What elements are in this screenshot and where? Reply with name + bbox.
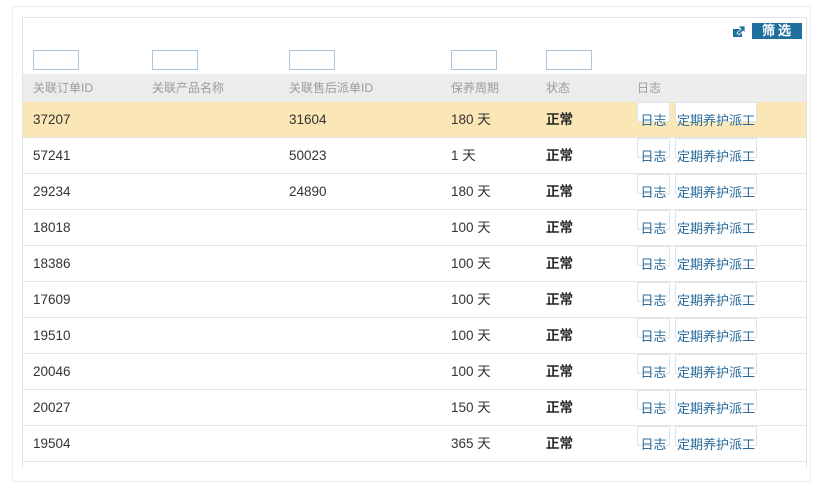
filter-label: 筛选 bbox=[751, 23, 802, 39]
status-cell: 正常 bbox=[546, 436, 573, 451]
header-order-id: 关联订单ID bbox=[33, 81, 94, 95]
status-cell: 正常 bbox=[546, 364, 573, 379]
cycle-cell: 100 天 bbox=[451, 220, 491, 235]
maintenance-dispatch-button[interactable]: 定期养护派工 bbox=[675, 138, 757, 164]
after-sale-id-cell: 24890 bbox=[289, 184, 327, 199]
maintenance-dispatch-button[interactable]: 定期养护派工 bbox=[675, 318, 757, 344]
cycle-cell: 100 天 bbox=[451, 292, 491, 307]
log-button[interactable]: 日志 bbox=[637, 426, 670, 452]
cycle-cell: 100 天 bbox=[451, 328, 491, 343]
log-button[interactable]: 日志 bbox=[637, 282, 670, 308]
status-cell: 正常 bbox=[546, 112, 573, 127]
header-status: 状态 bbox=[546, 81, 571, 95]
log-button[interactable]: 日志 bbox=[637, 210, 670, 236]
order-id-cell: 19504 bbox=[33, 436, 71, 451]
table-row[interactable]: 57241 50023 1 天 正常 日志 定期养护派工 bbox=[23, 138, 806, 174]
order-id-cell: 17609 bbox=[33, 292, 71, 307]
filter-button[interactable]: 筛选 bbox=[732, 23, 802, 39]
table-row[interactable]: 37207 31604 180 天 正常 日志 定期养护派工 bbox=[23, 102, 806, 138]
table-row[interactable]: 19504 365 天 正常 日志 定期养护派工 bbox=[23, 426, 806, 462]
cycle-cell: 180 天 bbox=[451, 112, 491, 127]
order-id-cell: 20046 bbox=[33, 364, 71, 379]
log-button[interactable]: 日志 bbox=[637, 354, 670, 380]
maintenance-dispatch-button[interactable]: 定期养护派工 bbox=[675, 390, 757, 416]
cycle-cell: 365 天 bbox=[451, 436, 491, 451]
after-sale-id-filter-input[interactable] bbox=[289, 50, 335, 70]
order-id-cell: 18386 bbox=[33, 256, 71, 271]
status-cell: 正常 bbox=[546, 328, 573, 343]
order-id-cell: 29234 bbox=[33, 184, 71, 199]
column-filter-inputs bbox=[23, 50, 806, 72]
after-sale-id-cell: 50023 bbox=[289, 148, 327, 163]
maintenance-dispatch-button[interactable]: 定期养护派工 bbox=[675, 246, 757, 272]
header-after-sale-id: 关联售后派单ID bbox=[289, 81, 374, 95]
maintenance-dispatch-button[interactable]: 定期养护派工 bbox=[675, 426, 757, 452]
status-cell: 正常 bbox=[546, 256, 573, 271]
header-log: 日志 bbox=[637, 81, 662, 95]
after-sale-id-cell: 31604 bbox=[289, 112, 327, 127]
log-button[interactable]: 日志 bbox=[637, 246, 670, 272]
export-arrow-icon bbox=[732, 25, 746, 38]
status-cell: 正常 bbox=[546, 148, 573, 163]
order-id-filter-input[interactable] bbox=[33, 50, 79, 70]
maintenance-dispatch-button[interactable]: 定期养护派工 bbox=[675, 210, 757, 236]
maintenance-dispatch-button[interactable]: 定期养护派工 bbox=[675, 174, 757, 200]
status-filter-input[interactable] bbox=[546, 50, 592, 70]
table-row[interactable]: 18018 100 天 正常 日志 定期养护派工 bbox=[23, 210, 806, 246]
table-body: 37207 31604 180 天正常 日志 定期养护派工 57241 50023 1 天正常… bbox=[23, 102, 806, 462]
table-row[interactable]: 17609 100 天 正常 日志 定期养护派工 bbox=[23, 282, 806, 318]
maintenance-dispatch-button[interactable]: 定期养护派工 bbox=[675, 102, 757, 128]
cycle-cell: 180 天 bbox=[451, 184, 491, 199]
table-row[interactable]: 29234 24890 180 天 正常 日志 定期养护派工 bbox=[23, 174, 806, 210]
product-name-filter-input[interactable] bbox=[152, 50, 198, 70]
log-button[interactable]: 日志 bbox=[637, 318, 670, 344]
table-row[interactable]: 20046 100 天 正常 日志 定期养护派工 bbox=[23, 354, 806, 390]
table-row[interactable]: 18386 100 天 正常 日志 定期养护派工 bbox=[23, 246, 806, 282]
table-row[interactable]: 19510 100 天 正常 日志 定期养护派工 bbox=[23, 318, 806, 354]
order-id-cell: 20027 bbox=[33, 400, 71, 415]
header-product-name: 关联产品名称 bbox=[152, 81, 225, 95]
order-id-cell: 19510 bbox=[33, 328, 71, 343]
cycle-cell: 100 天 bbox=[451, 364, 491, 379]
status-cell: 正常 bbox=[546, 400, 573, 415]
maintenance-dispatch-button[interactable]: 定期养护派工 bbox=[675, 354, 757, 380]
cycle-cell: 100 天 bbox=[451, 256, 491, 271]
cycle-filter-input[interactable] bbox=[451, 50, 497, 70]
cycle-cell: 1 天 bbox=[451, 148, 476, 163]
log-button[interactable]: 日志 bbox=[637, 138, 670, 164]
order-id-cell: 18018 bbox=[33, 220, 71, 235]
table-row[interactable]: 20027 150 天 正常 日志 定期养护派工 bbox=[23, 390, 806, 426]
log-button[interactable]: 日志 bbox=[637, 174, 670, 200]
status-cell: 正常 bbox=[546, 292, 573, 307]
log-button[interactable]: 日志 bbox=[637, 390, 670, 416]
maintenance-list-panel: 筛选 关联订单ID 关联产品名称 关联售后派单ID 保养周期 状态 日志 372… bbox=[22, 17, 807, 468]
table-header: 关联订单ID 关联产品名称 关联售后派单ID 保养周期 状态 日志 bbox=[23, 74, 806, 102]
cycle-cell: 150 天 bbox=[451, 400, 491, 415]
log-button[interactable]: 日志 bbox=[637, 102, 670, 128]
status-cell: 正常 bbox=[546, 220, 573, 235]
order-id-cell: 57241 bbox=[33, 148, 71, 163]
header-cycle: 保养周期 bbox=[451, 81, 500, 95]
status-cell: 正常 bbox=[546, 184, 573, 199]
order-id-cell: 37207 bbox=[33, 112, 71, 127]
maintenance-dispatch-button[interactable]: 定期养护派工 bbox=[675, 282, 757, 308]
